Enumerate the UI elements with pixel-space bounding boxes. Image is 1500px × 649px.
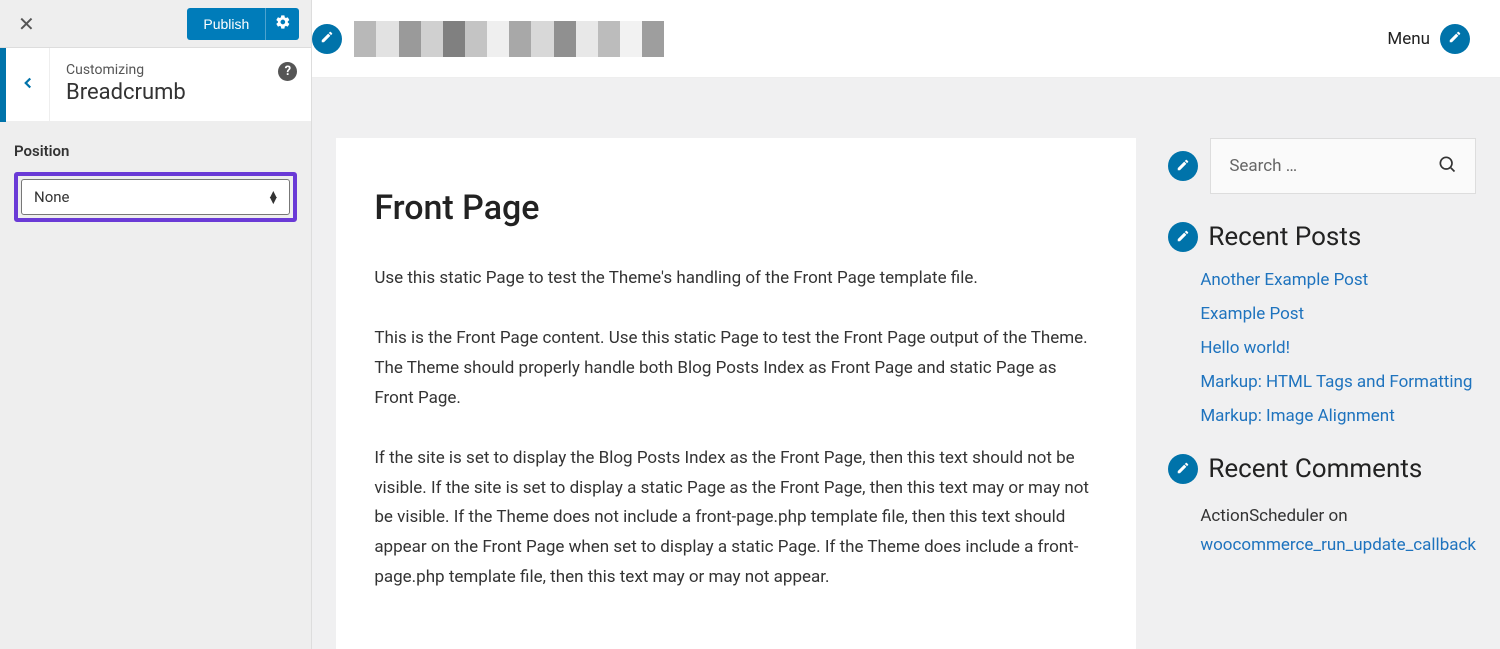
recent-posts-widget: Recent Posts Another Example Post Exampl… [1168, 222, 1476, 426]
publish-button[interactable]: Publish [187, 8, 265, 40]
site-preview: Menu Front Page Use this static Page to … [312, 0, 1500, 649]
page-paragraph: If the site is set to display the Blog P… [374, 444, 1098, 594]
position-select-value: None [34, 188, 70, 206]
recent-comments-widget: Recent Comments ActionScheduler on wooco… [1168, 454, 1476, 560]
list-item: Another Example Post [1200, 270, 1476, 290]
position-select[interactable]: None ▲▼ [21, 179, 290, 215]
edit-recent-posts-button[interactable] [1168, 222, 1198, 252]
post-link[interactable]: Hello world! [1200, 338, 1290, 358]
search-widget: Search … [1168, 138, 1476, 194]
position-label: Position [14, 142, 297, 160]
sidebar-topbar: ✕ Publish [0, 0, 311, 48]
close-icon[interactable]: ✕ [12, 12, 41, 36]
publish-settings-button[interactable] [265, 8, 299, 40]
back-button[interactable] [6, 48, 50, 122]
edit-menu-button[interactable] [1440, 24, 1470, 54]
post-link[interactable]: Markup: Image Alignment [1200, 406, 1394, 426]
recent-posts-list: Another Example Post Example Post Hello … [1168, 252, 1476, 426]
pencil-icon [320, 29, 334, 48]
menu-toggle[interactable]: Menu [1387, 29, 1430, 49]
help-icon[interactable]: ? [278, 62, 297, 81]
list-item: Example Post [1200, 304, 1476, 324]
pencil-icon [1448, 29, 1462, 48]
page-content: Front Page Use this static Page to test … [336, 138, 1136, 649]
site-logo-redacted [354, 21, 664, 57]
search-input[interactable]: Search … [1210, 138, 1476, 194]
select-caret-icon: ▲▼ [267, 191, 279, 203]
edit-logo-button[interactable] [312, 24, 342, 54]
preview-body: Front Page Use this static Page to test … [312, 78, 1500, 649]
recent-comments-title: Recent Comments [1208, 454, 1422, 484]
chevron-left-icon [19, 74, 37, 96]
page-title: Front Page [374, 188, 1098, 228]
pencil-icon [1176, 460, 1190, 479]
panel-header: Customizing Breadcrumb ? [50, 48, 311, 122]
customizing-label: Customizing [66, 62, 295, 78]
gear-icon [275, 14, 291, 33]
page-paragraph: This is the Front Page content. Use this… [374, 324, 1098, 414]
publish-actions: Publish [187, 8, 299, 40]
menu-area: Menu [1387, 24, 1470, 54]
section-title: Breadcrumb [66, 80, 295, 105]
customizer-sidebar: ✕ Publish Customizing Breadcrumb [0, 0, 312, 649]
post-link[interactable]: Markup: HTML Tags and Formatting [1200, 372, 1472, 392]
preview-header: Menu [312, 0, 1500, 78]
post-link[interactable]: Example Post [1200, 304, 1304, 324]
list-item: Markup: Image Alignment [1200, 406, 1476, 426]
comment-author: ActionScheduler on [1200, 506, 1347, 526]
list-item: Hello world! [1200, 338, 1476, 358]
edit-recent-comments-button[interactable] [1168, 454, 1198, 484]
recent-posts-title: Recent Posts [1208, 222, 1361, 252]
pencil-icon [1176, 157, 1190, 176]
edit-search-button[interactable] [1168, 151, 1198, 181]
position-select-highlight: None ▲▼ [14, 172, 297, 222]
comment-item: ActionScheduler on woocommerce_run_updat… [1168, 484, 1476, 560]
sidebar-widgets: Search … Recent Posts Another E [1168, 138, 1476, 649]
comment-link[interactable]: woocommerce_run_update_callback [1200, 535, 1476, 555]
list-item: Markup: HTML Tags and Formatting [1200, 372, 1476, 392]
page-paragraph: Use this static Page to test the Theme's… [374, 264, 1098, 294]
pencil-icon [1176, 228, 1190, 247]
panel-body: Position None ▲▼ [0, 122, 311, 242]
post-link[interactable]: Another Example Post [1200, 270, 1368, 290]
search-icon [1437, 154, 1457, 178]
logo-area [312, 21, 664, 57]
panel-header-row: Customizing Breadcrumb ? [0, 48, 311, 122]
search-placeholder: Search … [1229, 156, 1297, 176]
